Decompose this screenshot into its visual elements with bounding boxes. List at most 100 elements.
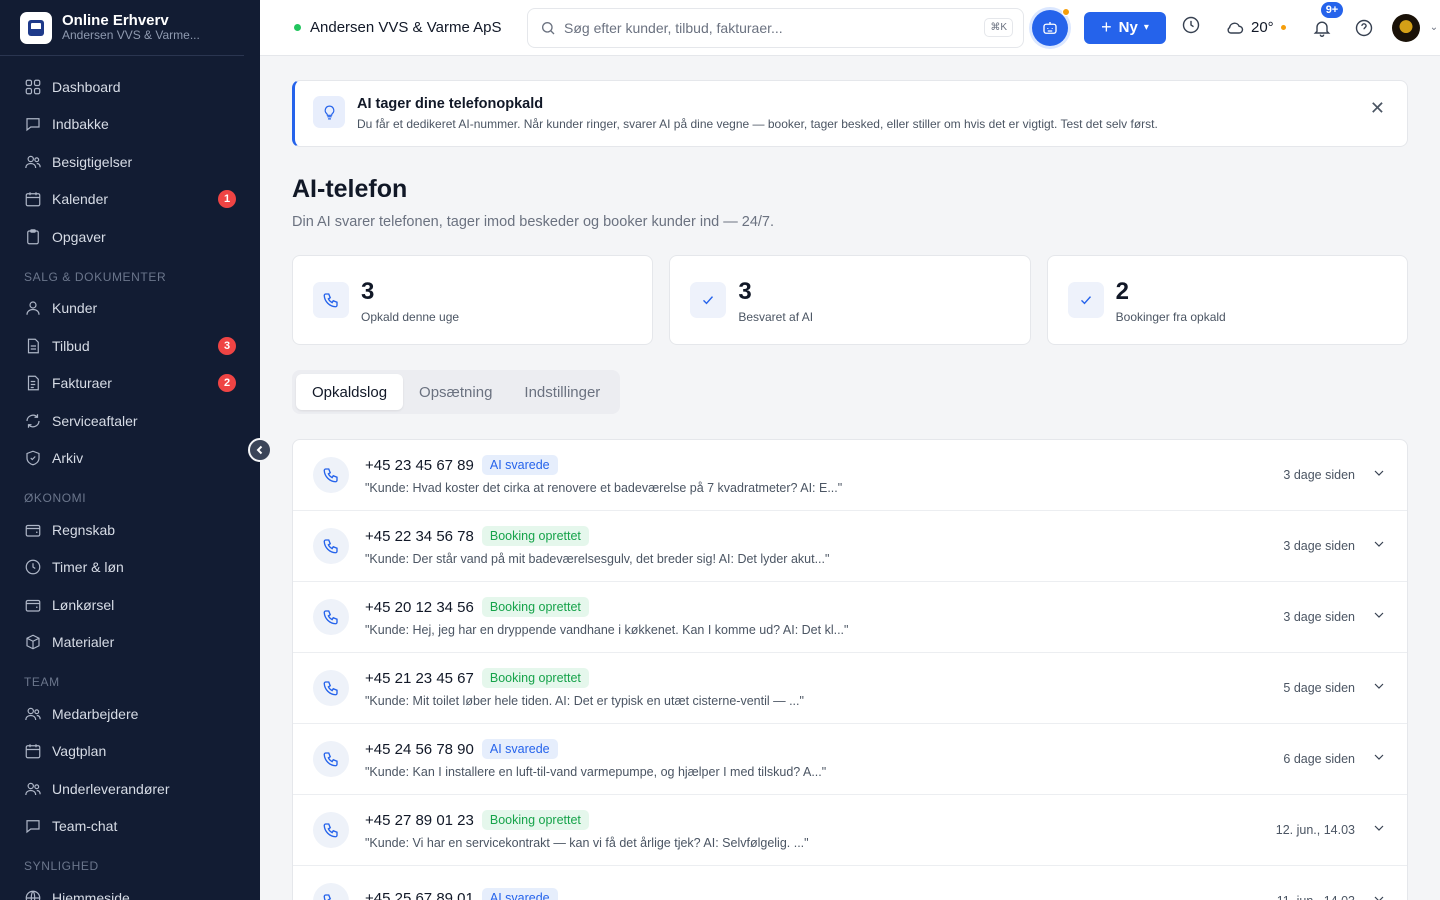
sidebar-item-label: Underleverandører <box>52 780 170 797</box>
page-title: AI-telefon <box>292 175 408 203</box>
clipboard-icon <box>27 229 39 245</box>
caller-number: +45 21 23 45 67 <box>365 669 474 687</box>
stat-value: 3 <box>738 278 752 305</box>
call-snippet: "Kunde: Vi har en servicekontrakt — kan … <box>365 836 809 850</box>
badge-count: 3 <box>218 336 236 355</box>
tab-opsaetning[interactable]: Opsætning <box>403 374 508 410</box>
search-input[interactable] <box>564 19 985 36</box>
sidebar-item-tilbud[interactable]: Tilbud 3 <box>0 327 260 365</box>
tab-indstillinger[interactable]: Indstillinger <box>508 374 616 410</box>
sidebar-item-serviceaftaler[interactable]: Serviceaftaler <box>0 402 260 440</box>
brand-logo <box>20 11 52 44</box>
chevron-down-icon[interactable]: ⌄ <box>1430 22 1438 33</box>
call-snippet: "Kunde: Der står vand på mit badeværelse… <box>365 552 830 566</box>
sidebar: Online Erhverv Andersen VVS & Varme... D… <box>0 0 260 900</box>
sidebar-item-label: Hjemmeside <box>52 889 130 900</box>
ai-assistant-button[interactable] <box>1032 7 1070 46</box>
sidebar-item-materialer[interactable]: Materialer <box>0 624 260 662</box>
sidebar-item-indbakke[interactable]: Indbakke <box>0 106 260 144</box>
brand-subtitle: Andersen VVS & Varme... <box>62 28 200 43</box>
time-tracking-button[interactable] <box>1181 15 1201 40</box>
sidebar-item-hjemmeside[interactable]: Hjemmeside <box>0 879 260 900</box>
phone-icon <box>313 741 349 777</box>
caller-number: +45 27 89 01 23 <box>365 811 474 829</box>
brand[interactable]: Online Erhverv Andersen VVS & Varme... <box>0 0 244 56</box>
chevron-down-icon[interactable] <box>1371 465 1387 486</box>
sidebar-item-fakturaer[interactable]: Fakturaer 2 <box>0 365 260 403</box>
sidebar-item-underleverandoerer[interactable]: Underleverandører <box>0 770 260 808</box>
status-badge: Booking oprettet <box>481 597 589 617</box>
new-button[interactable]: + Ny ▾ <box>1084 11 1166 44</box>
chevron-down-icon[interactable] <box>1371 820 1387 841</box>
sidebar-item-label: Vagtplan <box>52 743 107 760</box>
sidebar-item-label: Lønkørsel <box>52 596 115 613</box>
status-badge: Booking oprettet <box>481 526 589 546</box>
caller-number: +45 23 45 67 89 <box>365 456 474 474</box>
call-time: 12. jun., 14.03 <box>1275 823 1355 837</box>
wallet-icon <box>25 599 41 612</box>
company-selector[interactable]: Andersen VVS & Varme ApS <box>294 19 527 36</box>
badge-count: 2 <box>218 374 236 393</box>
sidebar-item-label: Fakturaer <box>52 375 112 392</box>
call-row[interactable]: +45 27 89 01 23 Booking oprettet "Kunde: V… <box>293 795 1407 866</box>
stat-label: Besvaret af AI <box>738 310 814 324</box>
weather-widget[interactable]: 20° <box>1225 18 1286 38</box>
sidebar-item-opgaver[interactable]: Opgaver <box>0 218 260 256</box>
sidebar-item-loenkoersel[interactable]: Lønkørsel <box>0 586 260 624</box>
call-row[interactable]: +45 23 45 67 89 AI svarede "Kunde: Hvad ko… <box>293 440 1407 511</box>
chevron-down-icon[interactable] <box>1371 891 1387 900</box>
banner-text: Du får et dedikeret AI-nummer. Når kunde… <box>357 117 1158 131</box>
phone-icon <box>313 883 349 900</box>
section-sales: SALG & DOKUMENTER <box>24 269 167 284</box>
sidebar-item-timer-loen[interactable]: Timer & løn <box>0 549 260 587</box>
call-row[interactable]: +45 21 23 45 67 Booking oprettet "Kunde: M… <box>293 653 1407 724</box>
chevron-down-icon[interactable] <box>1371 536 1387 557</box>
sidebar-item-kunder[interactable]: Kunder <box>0 290 260 328</box>
avatar[interactable] <box>1391 13 1420 42</box>
call-row[interactable]: +45 22 34 56 78 Booking oprettet "Kunde: D… <box>293 511 1407 582</box>
tab-opkaldslog[interactable]: Opkaldslog <box>296 374 404 410</box>
notifications-button[interactable]: 9+ <box>1312 0 1346 38</box>
page-subtitle: Din AI svarer telefonen, tager imod besk… <box>292 214 775 230</box>
call-row[interactable]: +45 25 67 89 01 AI svarede 11. jun., 14.03 <box>293 866 1407 900</box>
help-button[interactable] <box>1354 18 1374 38</box>
sidebar-item-besigtigelser[interactable]: Besigtigelser <box>0 143 260 181</box>
call-snippet: "Kunde: Hvad koster det cirka at renover… <box>365 481 843 495</box>
plus-icon: + <box>1101 17 1112 37</box>
check-icon <box>1067 282 1104 318</box>
stat-value: 3 <box>361 278 375 305</box>
chevron-down-icon[interactable] <box>1371 749 1387 770</box>
banner-title: AI tager dine telefonopkald <box>357 96 544 112</box>
sidebar-item-label: Team-chat <box>52 818 118 835</box>
call-time: 5 dage siden <box>1283 681 1355 695</box>
sidebar-item-medarbejdere[interactable]: Medarbejdere <box>0 695 260 733</box>
collapse-sidebar-button[interactable] <box>248 438 272 462</box>
shield-icon <box>26 450 40 466</box>
status-badge: Booking oprettet <box>481 810 589 830</box>
chat-icon <box>26 118 40 132</box>
chevron-down-icon[interactable] <box>1371 678 1387 699</box>
sidebar-item-regnskab[interactable]: Regnskab <box>0 511 260 549</box>
globe-icon <box>25 890 41 900</box>
search-box[interactable]: ⌘K <box>527 7 1024 48</box>
status-badge: AI svarede <box>481 739 558 759</box>
new-button-label: Ny <box>1118 19 1138 36</box>
sidebar-item-label: Opgaver <box>52 228 106 245</box>
phone-icon <box>313 282 349 318</box>
sidebar-item-kalender[interactable]: Kalender 1 <box>0 181 260 219</box>
call-row[interactable]: +45 20 12 34 56 Booking oprettet "Kunde: H… <box>293 582 1407 653</box>
call-row[interactable]: +45 24 56 78 90 AI svarede "Kunde: Kan I i… <box>293 724 1407 795</box>
sidebar-item-label: Kunder <box>52 300 98 317</box>
close-icon[interactable]: ✕ <box>1370 98 1385 119</box>
sidebar-item-label: Kalender <box>52 191 109 208</box>
sidebar-item-vagtplan[interactable]: Vagtplan <box>0 733 260 771</box>
call-time: 6 dage siden <box>1283 752 1355 766</box>
sidebar-item-label: Timer & løn <box>52 559 124 576</box>
sidebar-item-team-chat[interactable]: Team-chat <box>0 808 260 846</box>
sidebar-item-arkiv[interactable]: Arkiv <box>0 440 260 478</box>
search-shortcut: ⌘K <box>984 18 1013 37</box>
chevron-down-icon[interactable] <box>1371 607 1387 628</box>
sidebar-item-dashboard[interactable]: Dashboard <box>0 68 260 106</box>
sidebar-item-label: Dashboard <box>52 78 121 95</box>
sidebar-item-label: Tilbud <box>52 337 90 354</box>
